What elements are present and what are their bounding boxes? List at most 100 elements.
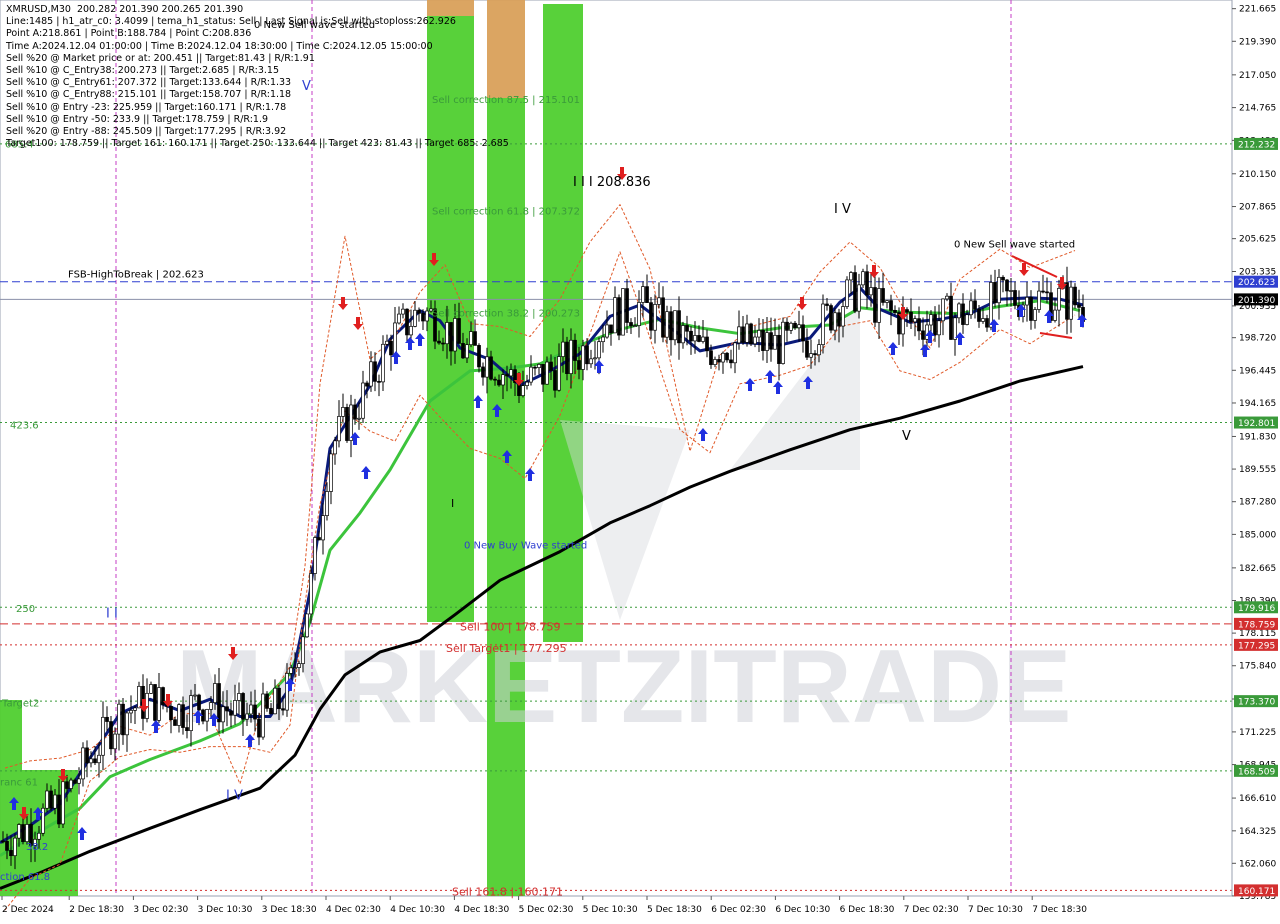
candle-body — [629, 322, 633, 327]
candle-body — [457, 318, 461, 344]
candle-body — [617, 297, 621, 336]
candle-body — [241, 693, 245, 720]
candle-body — [785, 321, 789, 331]
candle-body — [193, 694, 197, 697]
candle-body — [613, 297, 617, 334]
candle-body — [645, 286, 649, 303]
candle-body — [425, 310, 429, 322]
candle-body — [673, 310, 677, 341]
candle-body — [609, 324, 613, 334]
candle-body — [997, 276, 1001, 304]
y-tick-label: 210.150 — [1239, 170, 1276, 180]
y-tick-label: 164.325 — [1239, 827, 1276, 837]
candle-body — [301, 636, 305, 664]
y-tick-label: 219.390 — [1239, 37, 1276, 47]
candle-body — [49, 790, 53, 809]
candle-body — [1033, 309, 1037, 321]
candle-body — [977, 308, 981, 322]
level-label: 685.4 — [5, 139, 34, 150]
candle-body — [813, 353, 817, 356]
candle-body — [321, 515, 325, 541]
candle-body — [257, 718, 261, 738]
candle-body — [181, 704, 185, 728]
candle-body — [765, 332, 769, 351]
candle-body — [689, 330, 693, 342]
candle-body — [565, 341, 569, 374]
chart-annotation: I V — [226, 789, 243, 804]
candle-body — [489, 356, 493, 380]
candle-body — [781, 321, 785, 364]
y-tick-label: 185.000 — [1239, 530, 1276, 540]
candle-body — [233, 700, 237, 716]
candle-body — [369, 361, 373, 387]
candle-body — [113, 733, 117, 750]
candle-body — [833, 312, 837, 331]
x-tick-label: 4 Dec 10:30 — [390, 905, 445, 915]
candle-body — [1077, 304, 1081, 308]
candle-body — [917, 318, 921, 332]
candle-body — [945, 295, 949, 300]
candle-body — [1009, 290, 1013, 292]
x-tick-label: 6 Dec 10:30 — [775, 905, 830, 915]
candle-body — [93, 758, 97, 764]
price-tag-label: 173.370 — [1238, 698, 1275, 708]
candle-body — [801, 324, 805, 342]
candle-body — [365, 382, 369, 387]
candle-body — [773, 334, 777, 350]
candle-body — [209, 702, 213, 710]
candle-body — [733, 342, 737, 364]
candle-body — [393, 322, 397, 356]
y-tick-label: 162.060 — [1239, 859, 1276, 869]
candle-body — [261, 693, 265, 738]
y-tick-label: 198.720 — [1239, 334, 1276, 344]
candle-body — [485, 356, 489, 378]
candle-body — [413, 309, 417, 327]
candle-body — [581, 345, 585, 370]
candle-body — [953, 317, 957, 340]
candle-body — [449, 322, 453, 352]
candle-body — [189, 695, 193, 731]
candle-body — [749, 323, 753, 345]
candle-body — [269, 708, 273, 715]
candle-body — [529, 366, 533, 383]
candle-body — [873, 287, 877, 323]
candle-body — [549, 361, 553, 371]
candle-body — [317, 537, 321, 541]
candle-body — [837, 312, 841, 327]
level-label: 423.6 — [10, 420, 39, 431]
chart-annotation: 38.2 — [26, 842, 48, 853]
candle-body — [745, 323, 749, 343]
candle-body — [169, 705, 173, 721]
candle-body — [933, 314, 937, 336]
signal-band — [487, 98, 525, 896]
y-tick-label: 178.115 — [1239, 629, 1276, 639]
candle-body — [473, 331, 477, 346]
candle-body — [309, 573, 313, 615]
candle-body — [1065, 282, 1069, 320]
candle-body — [937, 320, 941, 336]
chart-annotation: 0 New Sell wave started — [954, 240, 1075, 251]
candle-body — [985, 318, 989, 328]
candle-body — [913, 318, 917, 323]
candle-body — [1045, 291, 1049, 294]
candle-body — [453, 318, 457, 352]
x-tick-label: 7 Dec 02:30 — [904, 905, 959, 915]
candle-body — [325, 491, 329, 516]
candle-body — [597, 341, 601, 359]
candle-body — [865, 271, 869, 296]
chart-annotation: Sell 161.8 | 160.171 — [452, 886, 563, 899]
chart-annotation: Sell 100 | 178.759 — [460, 620, 561, 633]
candle-body — [1041, 290, 1045, 293]
candle-body — [65, 781, 69, 789]
x-tick-label: 5 Dec 10:30 — [583, 905, 638, 915]
candle-body — [313, 537, 317, 574]
candle-body — [589, 358, 593, 365]
candle-body — [213, 683, 217, 703]
candle-body — [705, 336, 709, 352]
chart-annotation: I I — [106, 607, 118, 622]
candle-body — [1053, 309, 1057, 321]
price-tag-label: 178.759 — [1238, 620, 1275, 630]
candle-body — [125, 712, 129, 736]
candle-body — [121, 703, 125, 736]
chart-annotation: 0 New Buy Wave started — [464, 541, 587, 552]
